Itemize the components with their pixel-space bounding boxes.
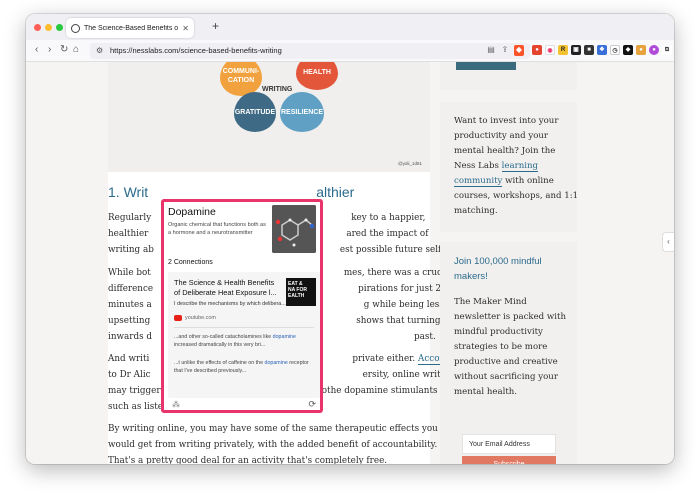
newsletter-line-6: without sacrificing your — [454, 372, 558, 382]
popup-description: Organic chemical that functions both as … — [168, 222, 266, 236]
email-field[interactable]: Your Email Address — [462, 434, 556, 454]
share-icon[interactable]: ⇪ — [500, 45, 510, 56]
community-link[interactable]: community — [454, 176, 503, 187]
molecule-icon — [272, 205, 316, 253]
community-line-1: Want to invest into your — [454, 116, 559, 126]
extension-r-icon[interactable]: R — [558, 45, 568, 55]
back-icon[interactable]: ‹ — [35, 44, 38, 55]
newsletter-line-2: newsletter is packed with — [454, 312, 566, 322]
tab-close-icon[interactable]: ✕ — [182, 24, 189, 33]
extension-black-icon[interactable]: ◆ — [623, 45, 633, 55]
paragraph-4-line-1: By writing online, you may have some of … — [108, 424, 438, 434]
extensions-menu-icon[interactable]: ⧉ — [662, 45, 672, 55]
sidebar-top-button[interactable] — [456, 62, 516, 70]
extension-clock-icon[interactable]: ◷ — [610, 45, 620, 55]
url-text[interactable]: https://nesslabs.com/science-based-benef… — [110, 46, 282, 55]
connection-source: youtube.com — [185, 315, 216, 321]
illustration-center-word: WRITING — [262, 86, 293, 93]
reader-icon[interactable]: ▤ — [486, 45, 496, 56]
molecule-image — [272, 205, 316, 253]
newsletter-line-3: mindful productivity — [454, 327, 543, 337]
navigation-bar: ‹ › ↻ ⌂ ⚙ https://nesslabs.com/science-b… — [26, 40, 674, 62]
newsletter-line-1: The Maker Mind — [454, 297, 527, 307]
tab-strip: The Science-Based Benefits o ✕ + — [26, 14, 674, 40]
newsletter-line-4: strategies to be more — [454, 342, 548, 352]
illustration-petal-resilience: RESILIENCE — [280, 92, 324, 132]
illustration-petal-health: HEALTH — [296, 62, 338, 90]
community-line-4: Ness Labs learning — [454, 161, 539, 172]
extension-pink-icon[interactable]: ◉ — [545, 45, 555, 55]
minimize-window-button[interactable] — [45, 24, 52, 31]
card-divider — [174, 327, 314, 328]
sidebar-newsletter-card: Join 100,000 mindful makers! The Maker M… — [440, 242, 577, 464]
sidebar-community-card: Want to invest into your productivity an… — [440, 102, 579, 232]
popup-connections: 2 Connections — [168, 259, 213, 266]
writing-illustration: COMMUNI- CATION HEALTH GRATITUDE RESILIE… — [108, 62, 430, 172]
newsletter-heading-1: Join 100,000 mindful — [454, 256, 542, 267]
community-line-3: mental health? Join the — [454, 146, 556, 156]
site-favicon-icon — [71, 23, 80, 33]
extension-red-icon[interactable]: ● — [532, 45, 542, 55]
connection-card-title[interactable]: The Science & Health Benefits of Deliber… — [174, 278, 282, 298]
refresh-icon[interactable]: ⟳ — [308, 399, 316, 410]
extension-dark-icon[interactable]: ■ — [584, 45, 594, 55]
browser-window: The Science-Based Benefits o ✕ + ‹ › ↻ ⌂… — [26, 14, 674, 464]
subscribe-button[interactable]: Subscribe — [462, 456, 556, 464]
newsletter-heading-2: makers! — [454, 271, 488, 282]
popup-footer: ⁂ ⟳ — [168, 398, 320, 412]
illustration-petal-gratitude: GRATITUDE — [234, 92, 276, 132]
maximize-window-button[interactable] — [56, 24, 63, 31]
loading-spinner-icon: ⁂ — [172, 400, 180, 409]
paragraph-4-line-2: would get from writing privately, with t… — [108, 440, 438, 450]
brave-shield-icon[interactable]: ◆ — [514, 45, 524, 56]
new-tab-icon[interactable]: + — [212, 19, 219, 33]
paragraph-4-line-3: That's a pretty good deal for an activit… — [108, 456, 388, 464]
close-window-button[interactable] — [34, 24, 41, 31]
dopamine-popup: Dopamine Organic chemical that functions… — [161, 199, 323, 413]
community-line-5: community with online — [454, 176, 554, 187]
forward-icon[interactable]: › — [48, 44, 51, 55]
section-heading: 1. Writ althier — [108, 184, 355, 200]
sidebar: Want to invest into your productivity an… — [440, 62, 579, 464]
learning-link[interactable]: learning — [501, 161, 539, 172]
page-content: COMMUNI- CATION HEALTH GRATITUDE RESILIE… — [26, 62, 674, 464]
connection-card[interactable]: The Science & Health Benefits of Deliber… — [168, 272, 320, 398]
snippet-1: ...and other so-called catacholamines li… — [174, 334, 296, 348]
illustration-petal-communication: COMMUNI- CATION — [220, 62, 262, 96]
connection-card-subtitle: I describe the mechanisms by which delib… — [174, 301, 286, 307]
sidebar-top-card — [440, 62, 577, 90]
snippet-2: ...t unlike the effects of caffeine on t… — [174, 360, 309, 374]
newsletter-line-5: productive and creative — [454, 357, 558, 367]
tab-title: The Science-Based Benefits o — [84, 24, 179, 32]
extension-orange-icon[interactable]: ● — [636, 45, 646, 55]
extensions-row: ● ◉ R ▣ ■ ❖ ◷ ◆ ● ● ⧉ ≡ — [532, 45, 674, 55]
extension-book-icon[interactable]: ▣ — [571, 45, 581, 55]
video-thumbnail[interactable]: EAT & NA FOR EALTH — [286, 278, 316, 306]
community-line-2: productivity and your — [454, 131, 549, 141]
community-line-6: courses, workshops, and 1:1 — [454, 191, 579, 201]
side-panel-toggle-icon[interactable]: ‹ — [662, 232, 674, 252]
site-info-icon[interactable]: ⚙ — [96, 46, 103, 55]
url-bar[interactable]: ⚙ https://nesslabs.com/science-based-ben… — [90, 43, 530, 59]
illustration-credit: @ydii_1d81 — [398, 161, 422, 166]
popup-title: Dopamine — [168, 206, 216, 218]
extension-blue-icon[interactable]: ❖ — [597, 45, 607, 55]
reload-icon[interactable]: ↻ — [60, 44, 68, 55]
tab-active[interactable]: The Science-Based Benefits o ✕ — [66, 18, 194, 38]
youtube-icon — [174, 315, 182, 321]
community-line-7: matching. — [454, 206, 498, 216]
home-icon[interactable]: ⌂ — [73, 44, 79, 55]
extension-purple-icon[interactable]: ● — [649, 45, 659, 55]
newsletter-line-7: mental health. — [454, 387, 518, 397]
